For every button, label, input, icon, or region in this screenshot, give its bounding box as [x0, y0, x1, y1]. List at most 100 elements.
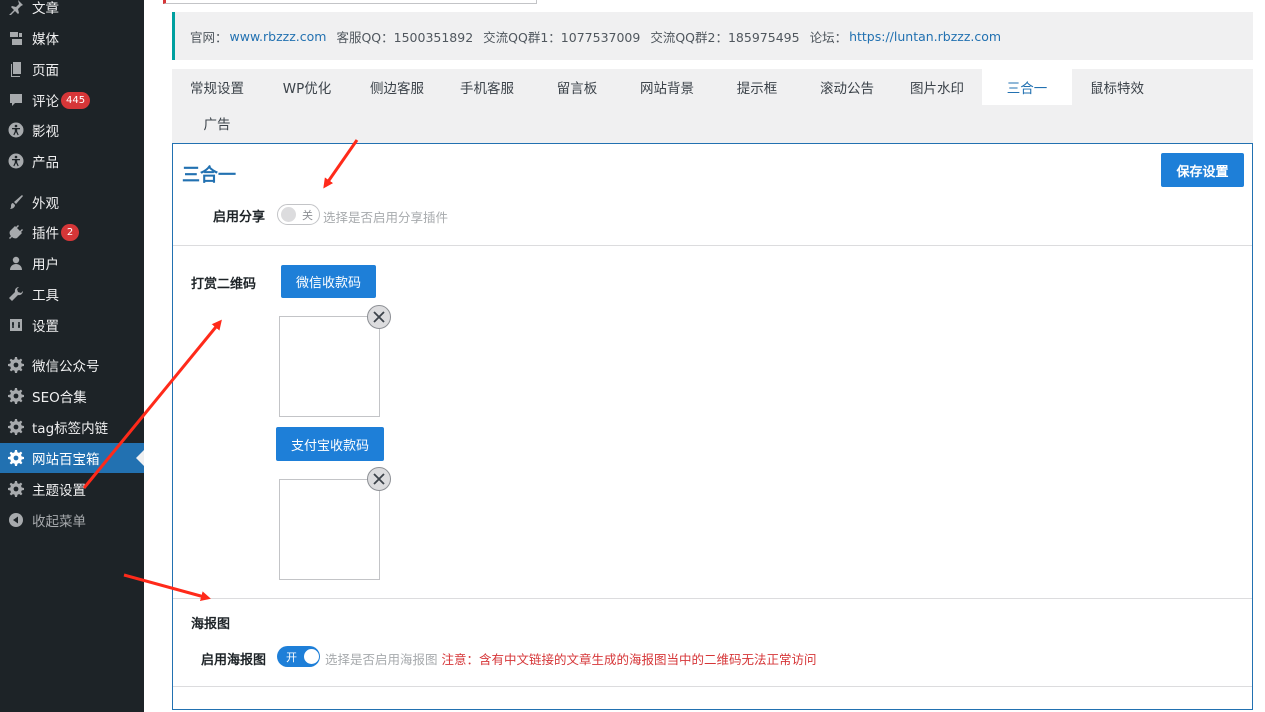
site-label: 官网：	[190, 29, 228, 45]
forum-label: 论坛：	[809, 29, 848, 45]
wechat-qr-button[interactable]: 微信收款码	[281, 265, 376, 298]
qq-group-1: 交流QQ群1：1077537009	[483, 29, 641, 45]
alipay-qr-preview	[279, 479, 380, 580]
plugin-icon	[8, 224, 24, 240]
toggle-text: 关	[302, 208, 313, 222]
share-label: 启用分享	[213, 210, 266, 225]
sidebar-item-label: 评论	[32, 94, 59, 110]
remove-alipay-qr-close-icon[interactable]	[367, 467, 391, 491]
sidebar-item-label: 用户	[32, 257, 59, 273]
sidebar-item-label: SEO合集	[32, 390, 87, 406]
sidebar-item-label: 网站百宝箱	[32, 452, 100, 468]
share-hint: 选择是否启用分享插件	[323, 210, 449, 225]
sidebar-item-label: 设置	[32, 319, 59, 335]
sidebar-item-posts[interactable]: 文章	[0, 0, 144, 22]
wechat-qr-preview	[279, 316, 380, 417]
poster-label: 启用海报图	[201, 653, 267, 668]
media-icon	[8, 30, 24, 46]
support-qq: 客服QQ：1500351892	[336, 29, 474, 45]
tab-general[interactable]: 常规设置	[172, 69, 262, 105]
sidebar-item-media[interactable]: 媒体	[0, 23, 144, 53]
save-settings-button[interactable]: 保存设置	[1161, 153, 1244, 187]
sidebar-item-tag-links[interactable]: tag标签内链	[0, 412, 144, 442]
user-icon	[8, 255, 24, 271]
alipay-qr-button[interactable]: 支付宝收款码	[276, 427, 384, 461]
tab-three-in-one[interactable]: 三合一	[982, 69, 1072, 105]
top-input-edge	[163, 0, 537, 4]
tab-tip-box[interactable]: 提示框	[712, 69, 802, 105]
toggle-text: 开	[286, 650, 297, 664]
sidebar-item-appearance[interactable]: 外观	[0, 187, 144, 217]
section-divider	[173, 686, 1252, 687]
sidebar-item-tools[interactable]: 工具	[0, 279, 144, 309]
tab-wp-optimize[interactable]: WP优化	[262, 69, 352, 105]
sidebar-item-theme-settings[interactable]: 主题设置	[0, 474, 144, 504]
toggle-knob	[281, 207, 296, 222]
tab-watermark[interactable]: 图片水印	[892, 69, 982, 105]
site-link[interactable]: www.rbzzz.com	[230, 29, 327, 44]
share-toggle[interactable]: 关	[277, 204, 320, 225]
gear-icon	[8, 481, 24, 497]
sidebar-item-toolbox[interactable]: 网站百宝箱	[0, 443, 144, 473]
section-divider	[173, 245, 1252, 246]
pin-icon	[8, 0, 24, 15]
sidebar-item-products[interactable]: 产品	[0, 146, 144, 176]
tab-site-background[interactable]: 网站背景	[622, 69, 712, 105]
forum-link[interactable]: https://luntan.rbzzz.com	[849, 29, 1001, 44]
sidebar-item-users[interactable]: 用户	[0, 248, 144, 278]
sidebar-item-label: 主题设置	[32, 483, 86, 499]
sidebar-item-label: tag标签内链	[32, 421, 109, 437]
poster-warning: 注意：含有中文链接的文章生成的海报图当中的二维码无法正常访问	[441, 652, 817, 667]
admin-sidebar: 文章 媒体 页面 评论 445 影视 产品 外观 插件 2 用户 工具 设置 微…	[0, 0, 144, 712]
sidebar-item-label: 微信公众号	[32, 359, 100, 375]
accessibility-icon	[8, 122, 24, 138]
sidebar-item-comments[interactable]: 评论 445	[0, 85, 144, 115]
sidebar-item-label: 产品	[32, 155, 59, 171]
sidebar-item-label: 媒体	[32, 32, 59, 48]
gear-icon	[8, 419, 24, 435]
sidebar-item-label: 插件	[32, 226, 59, 242]
tab-scroll-notice[interactable]: 滚动公告	[802, 69, 892, 105]
comment-icon	[8, 92, 24, 108]
sidebar-item-video[interactable]: 影视	[0, 115, 144, 145]
sidebar-item-label: 页面	[32, 63, 59, 79]
tab-mouse-effects[interactable]: 鼠标特效	[1072, 69, 1162, 105]
sidebar-item-settings[interactable]: 设置	[0, 310, 144, 340]
tab-guestbook[interactable]: 留言板	[532, 69, 622, 105]
remove-wechat-qr-close-icon[interactable]	[367, 305, 391, 329]
app-window: 文章 媒体 页面 评论 445 影视 产品 外观 插件 2 用户 工具 设置 微…	[0, 0, 1265, 712]
gear-icon	[8, 388, 24, 404]
toggle-knob	[304, 649, 319, 664]
poster-toggle[interactable]: 开	[277, 646, 320, 667]
collapse-icon	[8, 512, 24, 528]
sidebar-item-label: 文章	[32, 1, 59, 17]
settings-icon	[8, 317, 24, 333]
plugin-update-badge: 2	[61, 223, 79, 241]
three-in-one-panel: 三合一 保存设置 启用分享 关 选择是否启用分享插件 打赏二维码 微信收款码 支…	[172, 143, 1253, 710]
poster-hint: 选择是否启用海报图 注意：含有中文链接的文章生成的海报图当中的二维码无法正常访问	[325, 649, 817, 668]
section-divider	[173, 598, 1252, 599]
page-icon	[8, 61, 24, 77]
tab-ads[interactable]: 广告	[172, 105, 262, 141]
gear-icon	[8, 357, 24, 373]
accessibility-icon	[8, 153, 24, 169]
comment-count-badge: 445	[61, 91, 91, 109]
contact-notice: 官网： www.rbzzz.com 客服QQ：1500351892 交流QQ群1…	[172, 12, 1253, 60]
qq-group-2: 交流QQ群2：185975495	[650, 29, 800, 45]
sidebar-item-label: 收起菜单	[32, 514, 86, 530]
sidebar-collapse-menu[interactable]: 收起菜单	[0, 505, 144, 535]
sidebar-item-label: 外观	[32, 196, 59, 212]
reward-qr-label: 打赏二维码	[191, 277, 257, 292]
sidebar-item-seo[interactable]: SEO合集	[0, 381, 144, 411]
sidebar-item-plugins[interactable]: 插件 2	[0, 217, 144, 247]
tab-mobile-service[interactable]: 手机客服	[442, 69, 532, 105]
sidebar-item-label: 影视	[32, 124, 59, 140]
poster-section-label: 海报图	[191, 617, 231, 632]
gear-icon	[8, 450, 24, 466]
brush-icon	[8, 194, 24, 210]
settings-tabs: 常规设置 WP优化 侧边客服 手机客服 留言板 网站背景 提示框 滚动公告 图片…	[172, 69, 1253, 143]
sidebar-item-wechat[interactable]: 微信公众号	[0, 350, 144, 380]
sidebar-item-label: 工具	[32, 288, 59, 304]
tab-side-service[interactable]: 侧边客服	[352, 69, 442, 105]
sidebar-item-pages[interactable]: 页面	[0, 54, 144, 84]
